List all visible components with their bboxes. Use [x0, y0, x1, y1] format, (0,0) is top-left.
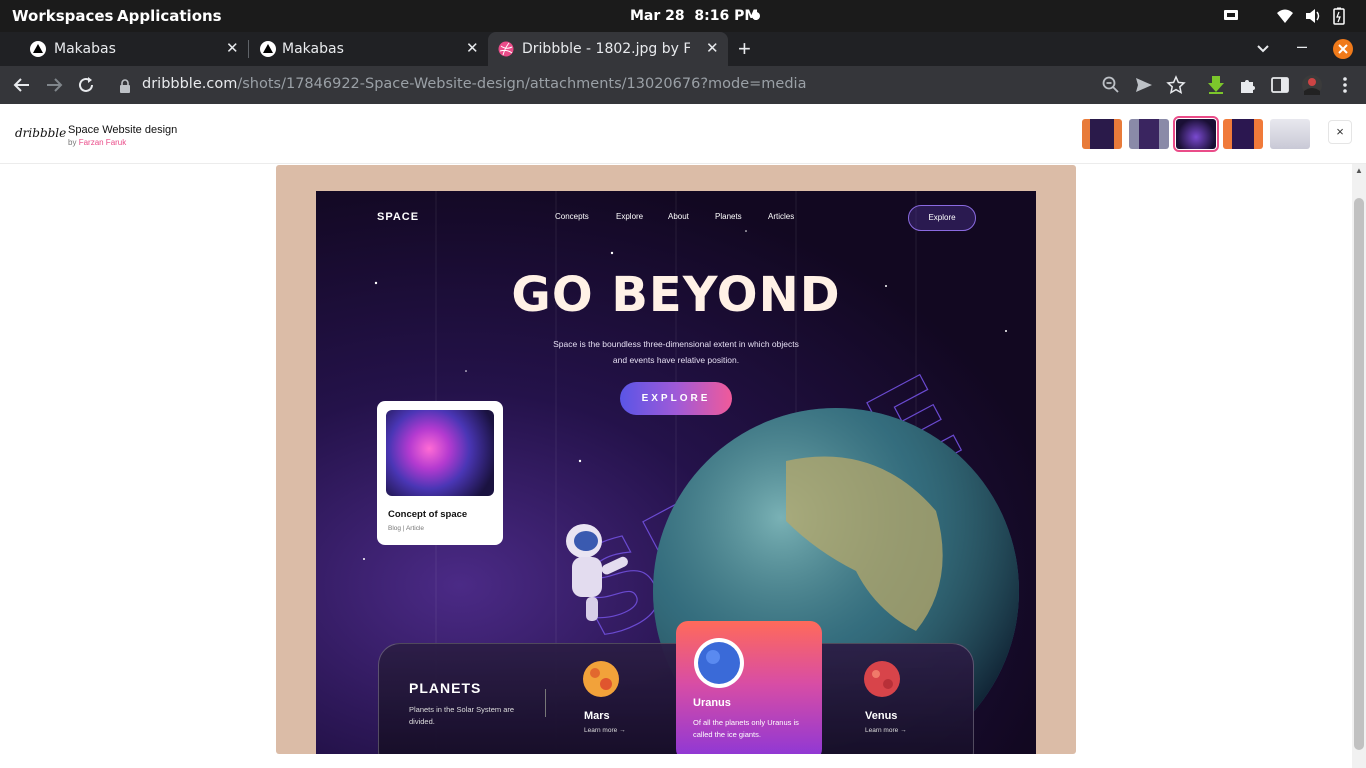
applications-menu[interactable]: Applications	[117, 7, 222, 25]
scroll-up-icon[interactable]: ▲	[1355, 166, 1363, 175]
art-concept-card: Concept of space Blog | Article	[377, 401, 503, 545]
extensions-puzzle-icon[interactable]	[1237, 74, 1259, 96]
art-nav-about: About	[668, 212, 689, 221]
triangle-logo-icon	[30, 41, 46, 57]
shot-header: dribbble Space Website design by Farzan …	[0, 104, 1366, 164]
card-title: Concept of space	[388, 509, 468, 520]
screen-share-icon[interactable]	[1222, 7, 1240, 25]
tab-dribbble[interactable]: Dribbble - 1802.jpg by Farzan F ✕	[488, 32, 728, 66]
attachment-thumbnail-selected[interactable]	[1173, 116, 1219, 152]
triangle-logo-icon	[260, 41, 276, 57]
clock-date: Mar 28	[630, 8, 685, 24]
browser-toolbar: dribbble.com/shots/17846922-Space-Websit…	[0, 66, 1366, 104]
venus-name: Venus	[865, 710, 898, 722]
attachment-thumbnail[interactable]	[1223, 119, 1263, 149]
art-subtitle: Space is the boundless three-dimensional…	[526, 336, 826, 368]
tab-title: Makabas	[54, 41, 116, 57]
close-viewer-button[interactable]: ×	[1328, 120, 1352, 144]
art-hero-title: GO BEYOND	[511, 267, 841, 323]
nebula-image	[386, 410, 494, 496]
close-tab-icon[interactable]: ✕	[226, 39, 239, 57]
planets-desc: Planets in the Solar System are divided.	[409, 705, 515, 726]
system-top-bar: Workspaces Applications Mar 28 8:16 PM	[0, 0, 1366, 32]
author-link[interactable]: Farzan Faruk	[79, 138, 127, 147]
back-icon[interactable]	[11, 74, 33, 96]
url-host: dribbble.com	[142, 76, 238, 92]
dribbble-page: dribbble Space Website design by Farzan …	[0, 104, 1366, 768]
art-nav-planets: Planets	[715, 212, 742, 221]
art-subtitle-line-1: Space is the boundless three-dimensional…	[553, 339, 799, 349]
venus-link: Learn more →	[865, 727, 907, 734]
divider	[545, 689, 546, 717]
arrow-right-icon: →	[900, 727, 907, 734]
wifi-icon[interactable]	[1276, 7, 1294, 25]
space-website-artwork: SPACE SPACE Concepts Explore About	[316, 191, 1036, 754]
new-tab-icon[interactable]: +	[738, 36, 751, 62]
art-nav-explore: Explore	[616, 212, 644, 221]
minimize-window-icon[interactable]: –	[1297, 36, 1307, 57]
arrow-right-icon: →	[619, 727, 626, 734]
battery-icon[interactable]	[1332, 7, 1346, 25]
mars-planet-icon	[583, 661, 619, 697]
art-nav-articles: Articles	[768, 212, 795, 221]
art-explore-button: EXPLORE	[620, 382, 732, 415]
notification-dot-icon	[752, 12, 760, 20]
clock-time: 8:16 PM	[694, 8, 759, 24]
planets-title: PLANETS	[409, 680, 482, 696]
close-tab-icon[interactable]: ✕	[706, 39, 719, 57]
tab-title: Dribbble - 1802.jpg by Farzan F	[522, 41, 690, 57]
shot-title: Space Website design	[68, 124, 178, 136]
lock-icon[interactable]	[119, 79, 131, 93]
browser-menu-icon[interactable]	[1334, 74, 1356, 96]
forward-icon[interactable]	[43, 74, 65, 96]
close-tab-icon[interactable]: ✕	[466, 39, 479, 57]
art-brand: SPACE	[377, 211, 420, 223]
side-panel-icon[interactable]	[1269, 74, 1291, 96]
venus-planet-icon	[864, 661, 900, 697]
tab-makabas-1[interactable]: Makabas ✕	[10, 32, 246, 66]
volume-icon[interactable]	[1304, 7, 1322, 25]
mars-link-label: Learn more	[584, 727, 618, 734]
bookmark-star-icon[interactable]	[1165, 74, 1187, 96]
card-meta: Blog | Article	[388, 525, 425, 532]
tab-title: Makabas	[282, 41, 344, 57]
art-uranus-card: Uranus Of all the planets only Uranus is…	[676, 621, 822, 754]
workspaces-menu[interactable]: Workspaces	[12, 7, 113, 25]
tab-makabas-2[interactable]: Makabas ✕	[248, 32, 486, 66]
zoom-icon[interactable]	[1100, 74, 1122, 96]
tab-strip: Makabas ✕ Makabas ✕ Dribbble - 1802.jpg …	[0, 32, 1366, 66]
dribbble-icon	[498, 41, 514, 57]
art-subtitle-line-2: and events have relative position.	[612, 355, 740, 365]
download-extension-icon[interactable]	[1205, 74, 1227, 96]
dribbble-logo[interactable]: dribbble	[15, 126, 66, 140]
uranus-planet-icon	[694, 638, 744, 688]
venus-link-label: Learn more	[865, 727, 899, 734]
tab-search-chevron-icon[interactable]	[1256, 43, 1270, 55]
close-window-icon[interactable]	[1333, 39, 1353, 59]
profile-avatar-icon[interactable]	[1301, 74, 1323, 96]
attachment-thumbnail[interactable]	[1082, 119, 1122, 149]
shot-image: SPACE SPACE Concepts Explore About	[276, 165, 1076, 754]
byline-prefix: by	[68, 138, 77, 147]
art-explore-pill: Explore	[908, 205, 976, 231]
mars-link: Learn more →	[584, 727, 626, 734]
shot-byline: by Farzan Faruk	[68, 138, 126, 147]
uranus-name: Uranus	[693, 697, 731, 709]
art-nav-concepts: Concepts	[555, 212, 589, 221]
page-scrollbar[interactable]: ▲	[1352, 164, 1366, 768]
mars-name: Mars	[584, 710, 610, 722]
clock[interactable]: Mar 28 8:16 PM	[630, 8, 758, 24]
reload-icon[interactable]	[75, 74, 97, 96]
address-bar[interactable]: dribbble.com/shots/17846922-Space-Websit…	[142, 76, 806, 92]
send-icon[interactable]	[1133, 74, 1155, 96]
scrollbar-thumb[interactable]	[1354, 198, 1364, 750]
attachment-thumbnail[interactable]	[1129, 119, 1169, 149]
url-path: /shots/17846922-Space-Website-design/att…	[237, 76, 807, 92]
attachment-thumbnail[interactable]	[1270, 119, 1310, 149]
uranus-desc: Of all the planets only Uranus is called…	[693, 718, 799, 739]
